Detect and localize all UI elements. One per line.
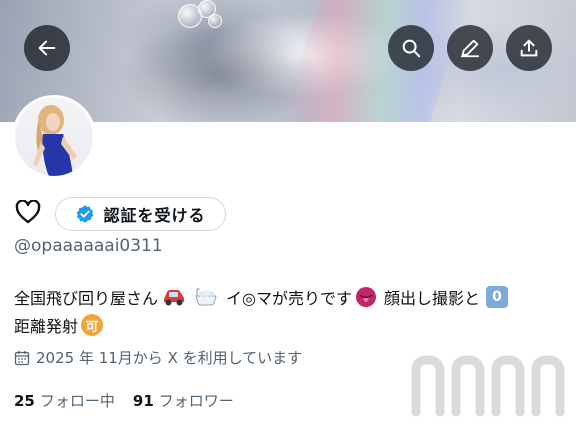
banner-bubble [208,14,222,28]
car-emoji-icon [161,287,187,307]
following-count: 25 [14,392,35,410]
pencil-icon [460,39,480,58]
followers-count: 91 [132,392,154,410]
share-button[interactable] [506,25,552,71]
followers-link[interactable]: 91 フォロワー [133,390,234,411]
heart-outline-icon [15,200,41,224]
edit-button[interactable] [447,25,493,71]
followers-label: フォロワー [158,392,234,410]
circle-ka-icon: 可 [81,314,104,336]
avatar-figure [33,105,77,176]
bio-line-1: 全国飛び回り屋さん イ◎マが売りです 顔出し撮影と 0 [14,285,511,309]
share-upload-icon [520,39,538,57]
following-link[interactable]: 25 フォロー中 [14,390,115,411]
joined-text: 2025 年 11月から X を利用しています [36,349,303,367]
get-verified-button[interactable]: 認証を受ける [55,197,226,231]
avatar-image [15,98,93,176]
profile-handle: @opaaaaaai0311 [14,236,163,256]
bio-text: イ◎マが売りです [226,289,352,308]
tongue-emoji-icon [355,286,377,308]
bio-text: 距離発射 [14,317,79,336]
following-label: フォロー中 [39,392,115,410]
avatar[interactable] [12,95,96,179]
bio-text: 全国飛び回り屋さん [14,289,159,308]
bathtub-emoji-icon [193,287,219,307]
keycap-zero-icon: 0 [486,286,508,308]
bio-line-2: 距離発射 可 [14,313,106,337]
calendar-icon [14,350,30,365]
follow-stats: 25 フォロー中 91 フォロワー [14,390,234,411]
profile-banner[interactable] [0,0,576,122]
search-button[interactable] [388,25,434,71]
joined-date: 2025 年 11月から X を利用しています [14,347,302,368]
bio-text: 顔出し撮影と [383,289,480,308]
get-verified-label: 認証を受ける [103,206,206,225]
watermark-logo [411,355,565,417]
favorite-button[interactable] [14,198,42,226]
arrow-left-icon [38,40,56,56]
verified-badge-icon [77,205,94,223]
banner-rainbow-shine [277,0,473,122]
search-icon [402,39,421,58]
back-button[interactable] [24,25,70,71]
